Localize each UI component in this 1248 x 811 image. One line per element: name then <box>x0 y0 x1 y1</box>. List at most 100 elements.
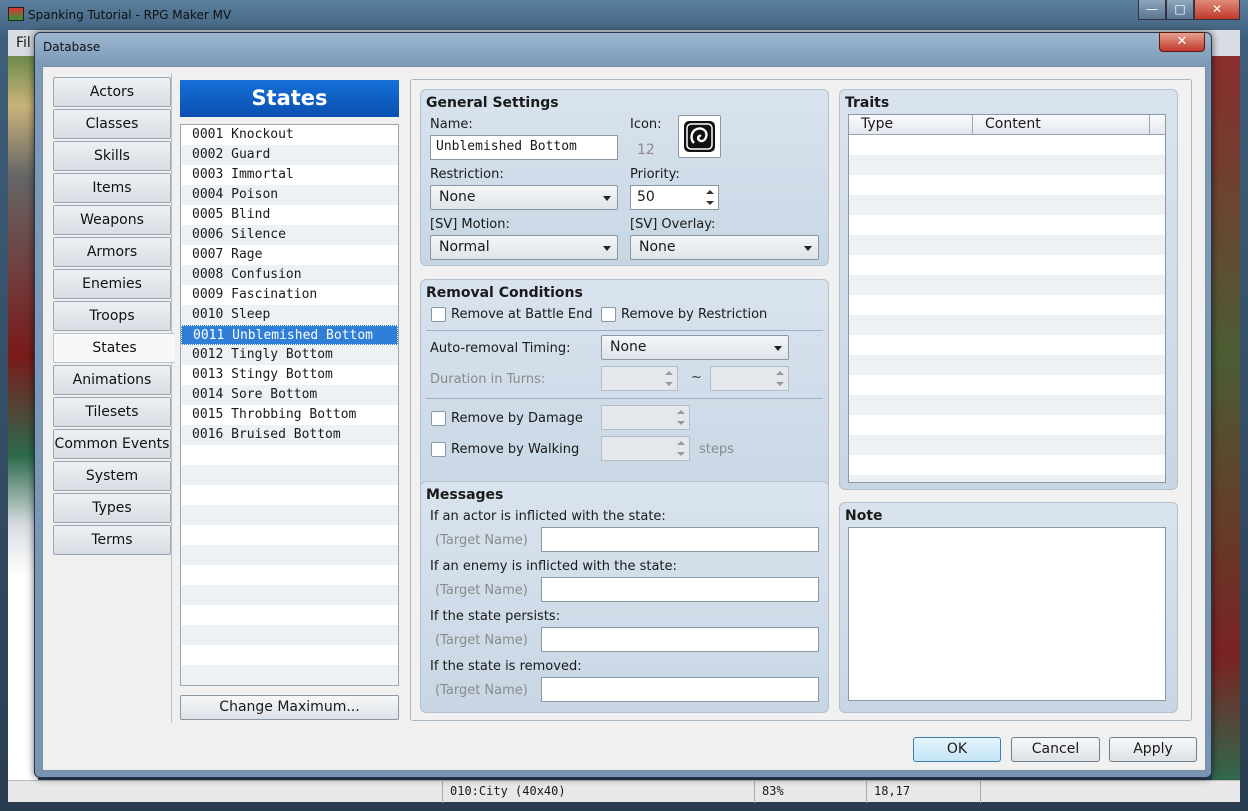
empty-list-row[interactable] <box>181 565 398 585</box>
category-tab-system[interactable]: System <box>53 461 171 491</box>
col-content-header[interactable]: Content <box>985 116 1041 132</box>
empty-list-row[interactable] <box>181 545 398 565</box>
spin-up-icon[interactable] <box>706 190 714 194</box>
trait-row[interactable] <box>849 175 1165 195</box>
traits-table[interactable]: Type Content <box>848 114 1166 483</box>
empty-list-row[interactable] <box>181 445 398 465</box>
empty-list-row[interactable] <box>181 525 398 545</box>
icon-picker[interactable] <box>678 115 721 158</box>
state-list-item[interactable]: 0016 Bruised Bottom <box>181 425 398 445</box>
category-tab-skills[interactable]: Skills <box>53 141 171 171</box>
category-tab-enemies[interactable]: Enemies <box>53 269 171 299</box>
category-tab-types[interactable]: Types <box>53 493 171 523</box>
trait-row[interactable] <box>849 235 1165 255</box>
change-maximum-button[interactable]: Change Maximum... <box>180 695 399 720</box>
empty-list-row[interactable] <box>181 605 398 625</box>
category-tab-armors[interactable]: Armors <box>53 237 171 267</box>
category-tab-troops[interactable]: Troops <box>53 301 171 331</box>
col-type-header[interactable]: Type <box>861 116 893 132</box>
states-list[interactable]: 0001 Knockout 0002 Guard 0003 Immortal 0004… <box>180 124 399 686</box>
empty-list-row[interactable] <box>181 585 398 605</box>
category-tab-items[interactable]: Items <box>53 173 171 203</box>
sv-motion-select[interactable]: Normal <box>430 235 618 260</box>
state-list-item[interactable]: 0013 Stingy Bottom <box>181 365 398 385</box>
state-list-item[interactable]: 0012 Tingly Bottom <box>181 345 398 365</box>
category-tab-common-events[interactable]: Common Events <box>53 429 171 459</box>
message-persist-input[interactable] <box>541 627 819 652</box>
trait-row[interactable] <box>849 455 1165 475</box>
trait-row[interactable] <box>849 375 1165 395</box>
auto-removal-select[interactable]: None <box>601 335 789 360</box>
trait-row[interactable] <box>849 435 1165 455</box>
state-list-item[interactable]: 0011 Unblemished Bottom <box>181 325 398 345</box>
state-list-item[interactable]: 0001 Knockout <box>181 125 398 145</box>
minimize-button[interactable]: — <box>1138 0 1166 20</box>
category-tab-animations[interactable]: Animations <box>53 365 171 395</box>
trait-row[interactable] <box>849 335 1165 355</box>
empty-list-row[interactable] <box>181 625 398 645</box>
empty-list-row[interactable] <box>181 485 398 505</box>
ok-button[interactable]: OK <box>913 737 1001 762</box>
trait-row[interactable] <box>849 395 1165 415</box>
battle-end-checkbox[interactable] <box>431 307 446 322</box>
apply-button[interactable]: Apply <box>1109 737 1197 762</box>
state-list-item[interactable]: 0015 Throbbing Bottom <box>181 405 398 425</box>
duration-min-spinner[interactable] <box>601 366 678 391</box>
category-tab-classes[interactable]: Classes <box>53 109 171 139</box>
empty-list-row[interactable] <box>181 645 398 665</box>
trait-row[interactable] <box>849 195 1165 215</box>
empty-list-row[interactable] <box>181 465 398 485</box>
empty-list-row[interactable] <box>181 505 398 525</box>
message-enemy-input[interactable] <box>541 577 819 602</box>
message-removed-input[interactable] <box>541 677 819 702</box>
dialog-title: Database <box>43 40 101 54</box>
trait-row[interactable] <box>849 355 1165 375</box>
walking-checkbox[interactable] <box>431 442 446 457</box>
note-textarea[interactable] <box>848 527 1166 701</box>
category-tab-tilesets[interactable]: Tilesets <box>53 397 171 427</box>
divider <box>426 330 823 331</box>
trait-row[interactable] <box>849 415 1165 435</box>
category-tab-actors[interactable]: Actors <box>53 77 171 107</box>
state-list-item[interactable]: 0008 Confusion <box>181 265 398 285</box>
trait-row[interactable] <box>849 315 1165 335</box>
category-tab-terms[interactable]: Terms <box>53 525 171 555</box>
duration-max-spinner[interactable] <box>710 366 789 391</box>
trait-row[interactable] <box>849 155 1165 175</box>
state-list-item[interactable]: 0006 Silence <box>181 225 398 245</box>
priority-spinner[interactable]: 50 <box>630 185 719 210</box>
state-list-item[interactable]: 0007 Rage <box>181 245 398 265</box>
state-list-item[interactable]: 0002 Guard <box>181 145 398 165</box>
trait-row[interactable] <box>849 215 1165 235</box>
sv-overlay-select[interactable]: None <box>630 235 819 260</box>
name-input[interactable]: Unblemished Bottom <box>430 135 618 160</box>
trait-row[interactable] <box>849 275 1165 295</box>
walking-spinner[interactable] <box>601 436 690 461</box>
state-list-item[interactable]: 0010 Sleep <box>181 305 398 325</box>
state-list-item[interactable]: 0004 Poison <box>181 185 398 205</box>
empty-list-row[interactable] <box>181 665 398 685</box>
state-list-item[interactable]: 0009 Fascination <box>181 285 398 305</box>
category-tab-weapons[interactable]: Weapons <box>53 205 171 235</box>
state-list-item[interactable]: 0005 Blind <box>181 205 398 225</box>
state-list-item[interactable]: 0014 Sore Bottom <box>181 385 398 405</box>
message-removed-label: If the state is removed: <box>430 659 582 674</box>
maximize-button[interactable]: □ <box>1166 0 1194 20</box>
spin-down-icon[interactable] <box>706 201 714 205</box>
trait-row[interactable] <box>849 135 1165 155</box>
trait-row[interactable] <box>849 475 1165 482</box>
close-button[interactable]: ✕ <box>1194 0 1240 20</box>
state-list-item[interactable]: 0003 Immortal <box>181 165 398 185</box>
damage-spinner[interactable] <box>601 405 690 430</box>
restriction-select[interactable]: None <box>430 185 618 210</box>
restriction-checkbox[interactable] <box>601 307 616 322</box>
category-tab-states[interactable]: States <box>53 333 175 363</box>
dialog-close-button[interactable]: ✕ <box>1159 32 1205 52</box>
menu-file[interactable]: Fil <box>16 35 31 51</box>
trait-row[interactable] <box>849 295 1165 315</box>
message-actor-input[interactable] <box>541 527 819 552</box>
cancel-button[interactable]: Cancel <box>1011 737 1100 762</box>
state-icon <box>684 121 715 152</box>
trait-row[interactable] <box>849 255 1165 275</box>
damage-checkbox[interactable] <box>431 411 446 426</box>
